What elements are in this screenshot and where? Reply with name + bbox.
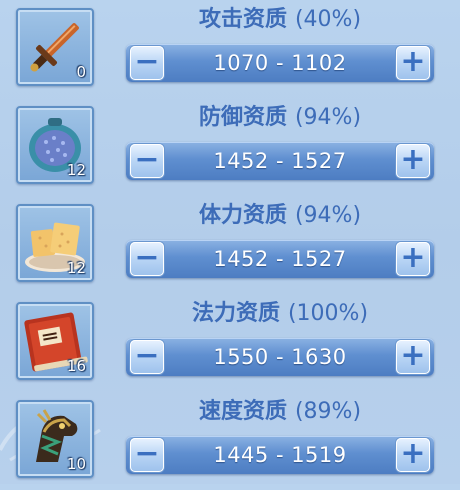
stat-percent: (100%) <box>287 301 369 326</box>
item-slot[interactable]: 10 <box>16 400 94 478</box>
stat-percent: (94%) <box>294 203 362 228</box>
stat-title: 防御资质 (94%) <box>130 102 430 134</box>
stat-name: 速度资质 <box>198 399 287 424</box>
stat-range-bar: − 1550 - 1630 + <box>126 338 434 376</box>
item-slot[interactable]: 16 <box>16 302 94 380</box>
stat-name: 防御资质 <box>198 105 287 130</box>
decrease-button[interactable]: − <box>130 340 164 374</box>
stat-range-bar: − 1452 - 1527 + <box>126 240 434 278</box>
item-slot[interactable]: 12 <box>16 106 94 184</box>
stat-percent: (89%) <box>294 399 362 424</box>
stat-percent: (94%) <box>294 105 362 130</box>
item-quantity: 16 <box>66 357 86 375</box>
stat-title: 速度资质 (89%) <box>130 396 430 428</box>
item-quantity: 10 <box>66 455 86 473</box>
decrease-button[interactable]: − <box>130 438 164 472</box>
decrease-button[interactable]: − <box>130 242 164 276</box>
decrease-button[interactable]: − <box>130 46 164 80</box>
stat-range-value: 1452 - 1527 <box>213 247 347 271</box>
stat-row-stamina: 12 体力资质 (94%) − 1452 - 1527 + <box>0 196 460 294</box>
item-quantity: 12 <box>66 161 86 179</box>
stat-range-bar: − 1452 - 1527 + <box>126 142 434 180</box>
stat-title: 攻击资质 (40%) <box>130 4 430 36</box>
increase-button[interactable]: + <box>396 242 430 276</box>
stat-range-bar: − 1445 - 1519 + <box>126 436 434 474</box>
decrease-button[interactable]: − <box>130 144 164 178</box>
increase-button[interactable]: + <box>396 46 430 80</box>
stat-row-speed: 10 速度资质 (89%) − 1445 - 1519 + <box>0 392 460 490</box>
item-slot[interactable]: 12 <box>16 204 94 282</box>
stat-row-mana: 16 法力资质 (100%) − 1550 - 1630 + <box>0 294 460 392</box>
stat-title: 体力资质 (94%) <box>130 200 430 232</box>
increase-button[interactable]: + <box>396 144 430 178</box>
stat-row-defense: 12 防御资质 (94%) − 1452 - 1527 + <box>0 98 460 196</box>
increase-button[interactable]: + <box>396 340 430 374</box>
stat-name: 攻击资质 <box>198 7 287 32</box>
stat-name: 体力资质 <box>198 203 287 228</box>
stat-title: 法力资质 (100%) <box>130 298 430 330</box>
item-quantity: 0 <box>76 63 86 81</box>
stat-row-attack: 0 攻击资质 (40%) − 1070 - 1102 + <box>0 0 460 98</box>
stat-range-value: 1550 - 1630 <box>213 345 347 369</box>
stat-name: 法力资质 <box>191 301 280 326</box>
increase-button[interactable]: + <box>396 438 430 472</box>
stat-percent: (40%) <box>294 7 362 32</box>
item-slot[interactable]: 0 <box>16 8 94 86</box>
stat-range-value: 1445 - 1519 <box>213 443 347 467</box>
item-quantity: 12 <box>66 259 86 277</box>
stat-range-value: 1070 - 1102 <box>213 51 347 75</box>
stat-range-value: 1452 - 1527 <box>213 149 347 173</box>
stat-range-bar: − 1070 - 1102 + <box>126 44 434 82</box>
